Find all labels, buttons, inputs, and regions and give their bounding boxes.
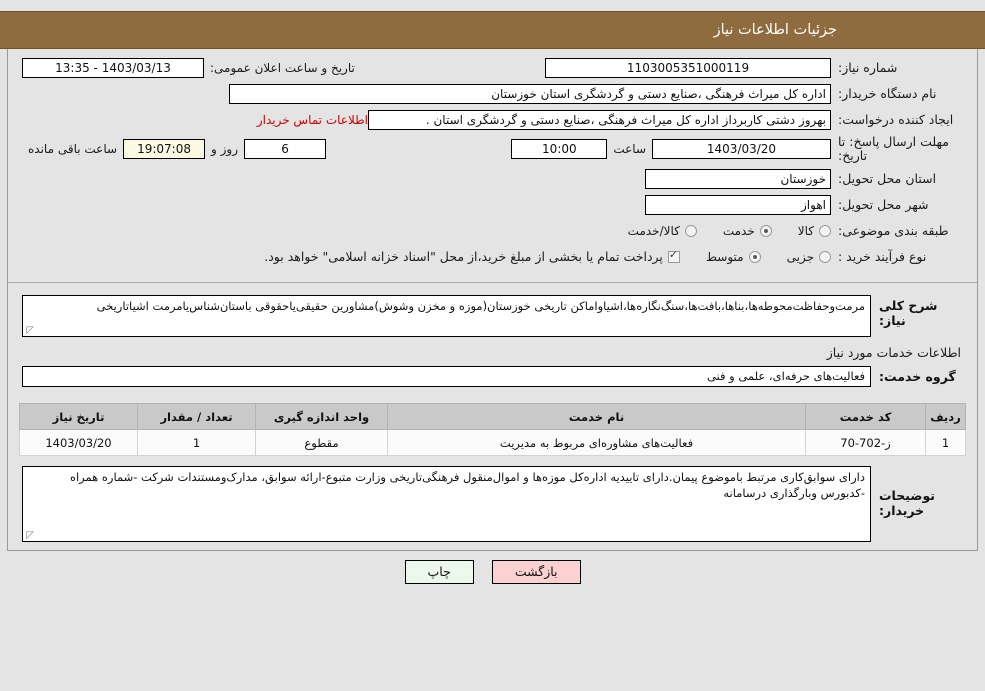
resize-grip-icon[interactable]: ◸ bbox=[25, 326, 34, 336]
remaining-suffix-label: ساعت باقی مانده bbox=[28, 142, 118, 156]
th-row-no: ردیف bbox=[925, 403, 966, 430]
table-header-row: ردیف کد خدمت نام خدمت واحد اندازه گیری ت… bbox=[19, 403, 966, 430]
radio-minor-icon[interactable] bbox=[819, 250, 831, 263]
row-description: شرح کلی نیاز: مرمت‌وحفاظت‌محوطه‌ها،بناها… bbox=[22, 295, 963, 337]
th-service-code: کد خدمت bbox=[805, 403, 926, 430]
footer-button-bar: بازگشت چاپ bbox=[0, 551, 985, 584]
buyer-notes-label: توضیحات خریدار: bbox=[879, 488, 935, 518]
creator-label: ایجاد کننده درخواست: bbox=[838, 112, 954, 127]
category-option-goods[interactable]: کالا bbox=[798, 224, 831, 238]
buyer-org-label: نام دستگاه خریدار: bbox=[838, 86, 937, 101]
deadline-hour-value: 10:00 bbox=[511, 139, 608, 159]
print-button[interactable]: چاپ bbox=[404, 560, 474, 584]
row-city: شهر محل تحویل: اهواز bbox=[22, 194, 963, 215]
cell-service-name: فعالیت‌های مشاوره‌ای مربوط به مدیریت bbox=[387, 429, 806, 456]
cell-unit: مقطوع bbox=[255, 429, 388, 456]
remaining-days-label: روز و bbox=[211, 142, 239, 156]
service-group-label: گروه خدمت: bbox=[879, 369, 956, 384]
category-option-goods-label: کالا bbox=[797, 223, 814, 238]
services-section-heading: اطلاعات خدمات مورد نیاز bbox=[826, 345, 961, 360]
category-option-service[interactable]: خدمت bbox=[723, 224, 772, 238]
row-deadline: مهلت ارسال پاسخ: تا تاریخ: 1403/03/20 سا… bbox=[22, 135, 963, 163]
row-buyer-notes: توضیحات خریدار: دارای سوابق‌کاری مرتبط ب… bbox=[22, 466, 963, 542]
description-section: شرح کلی نیاز: مرمت‌وحفاظت‌محوطه‌ها،بناها… bbox=[8, 283, 977, 403]
row-need-number: شماره نیاز: 1103005351000119 تاریخ و ساع… bbox=[22, 57, 963, 78]
treasury-checkbox-icon[interactable] bbox=[667, 248, 680, 263]
buyer-notes-value: دارای سوابق‌کاری مرتبط باموضوع پیمان.دار… bbox=[69, 470, 865, 500]
th-service-name: نام خدمت bbox=[387, 403, 806, 430]
category-option-goods-service-label: کالا/خدمت bbox=[627, 223, 680, 238]
creator-value: بهروز دشتی کاربرداز اداره کل میراث فرهنگ… bbox=[368, 109, 831, 130]
buyer-notes-textarea[interactable]: دارای سوابق‌کاری مرتبط باموضوع پیمان.دار… bbox=[22, 466, 871, 542]
buyer-notes-section: توضیحات خریدار: دارای سوابق‌کاری مرتبط ب… bbox=[8, 456, 977, 550]
need-info-section: شماره نیاز: 1103005351000119 تاریخ و ساع… bbox=[8, 49, 977, 278]
process-option-minor[interactable]: جزیی bbox=[787, 250, 831, 264]
category-option-service-label: خدمت bbox=[722, 223, 755, 238]
remaining-time-value: 19:07:08 bbox=[123, 139, 206, 159]
need-number-value: 1103005351000119 bbox=[545, 57, 831, 78]
remaining-days-value: 6 bbox=[244, 139, 327, 159]
radio-goods-icon[interactable] bbox=[819, 224, 831, 237]
need-number-label: شماره نیاز: bbox=[838, 60, 898, 75]
announce-datetime-value: 1403/03/13 - 13:35 bbox=[22, 57, 204, 78]
resize-grip-notes-icon[interactable]: ◸ bbox=[25, 531, 34, 541]
announce-datetime-label: تاریخ و ساعت اعلان عمومی: bbox=[210, 60, 355, 75]
service-group-value: فعالیت‌های حرفه‌ای، علمی و فنی bbox=[22, 366, 871, 387]
services-table: ردیف کد خدمت نام خدمت واحد اندازه گیری ت… bbox=[19, 403, 966, 456]
buyer-contact-link[interactable]: اطلاعات تماس خریدار bbox=[251, 113, 368, 127]
city-label: شهر محل تحویل: bbox=[838, 197, 929, 212]
page-root: AriaTender ariatn جزئیات اطلاعات نیاز شم… bbox=[0, 11, 985, 691]
deadline-label: مهلت ارسال پاسخ: تا تاریخ: bbox=[838, 134, 949, 163]
process-option-medium-label: متوسط bbox=[705, 249, 744, 264]
details-panel: شماره نیاز: 1103005351000119 تاریخ و ساع… bbox=[7, 49, 978, 551]
description-label: شرح کلی نیاز: bbox=[879, 298, 938, 328]
page-title-bar: جزئیات اطلاعات نیاز bbox=[0, 11, 985, 49]
description-value: مرمت‌وحفاظت‌محوطه‌ها،بناها،بافت‌ها،سنگ‌ن… bbox=[96, 299, 865, 313]
description-textarea[interactable]: مرمت‌وحفاظت‌محوطه‌ها،بناها،بافت‌ها،سنگ‌ن… bbox=[22, 295, 871, 337]
table-row[interactable]: 1 ز-702-70 فعالیت‌های مشاوره‌ای مربوط به… bbox=[19, 429, 966, 456]
treasury-checkbox-label: پرداخت تمام یا بخشی از مبلغ خرید،از محل … bbox=[264, 249, 663, 264]
category-option-goods-service[interactable]: کالا/خدمت bbox=[628, 224, 697, 238]
row-creator: ایجاد کننده درخواست: بهروز دشتی کاربرداز… bbox=[22, 109, 963, 130]
th-need-date: تاریخ نیاز bbox=[19, 403, 138, 430]
buyer-org-value: اداره کل میراث فرهنگی ،صنایع دستی و گردش… bbox=[229, 83, 831, 104]
deadline-date-value: 1403/03/20 bbox=[652, 139, 831, 159]
treasury-checkbox-group[interactable]: پرداخت تمام یا بخشی از مبلغ خرید،از محل … bbox=[264, 248, 680, 264]
cell-need-date: 1403/03/20 bbox=[19, 429, 138, 456]
th-quantity: تعداد / مقدار bbox=[137, 403, 256, 430]
row-province: استان محل تحویل: خوزستان bbox=[22, 168, 963, 189]
radio-goods-service-icon[interactable] bbox=[684, 224, 697, 237]
th-unit: واحد اندازه گیری bbox=[255, 403, 388, 430]
process-label: نوع فرآیند خرید : bbox=[838, 249, 927, 264]
row-process: نوع فرآیند خرید : جزیی متوسط پرداخت تمام… bbox=[22, 246, 963, 267]
radio-medium-icon[interactable] bbox=[748, 250, 761, 263]
deadline-hour-label: ساعت bbox=[613, 142, 646, 156]
row-service-group: گروه خدمت: فعالیت‌های حرفه‌ای، علمی و فن… bbox=[22, 366, 963, 387]
row-category: طبقه بندی موضوعی: کالا خدمت کالا/خدمت bbox=[22, 220, 963, 241]
cell-service-code: ز-702-70 bbox=[805, 429, 926, 456]
city-value: اهواز bbox=[645, 194, 831, 215]
process-option-minor-label: جزیی bbox=[786, 249, 814, 264]
cell-quantity: 1 bbox=[137, 429, 256, 456]
province-label: استان محل تحویل: bbox=[838, 171, 937, 186]
radio-service-icon[interactable] bbox=[759, 224, 772, 237]
back-button[interactable]: بازگشت bbox=[491, 560, 581, 584]
process-option-medium[interactable]: متوسط bbox=[706, 250, 761, 264]
page-title: جزئیات اطلاعات نیاز bbox=[713, 22, 837, 38]
cell-row-no: 1 bbox=[925, 429, 966, 456]
province-value: خوزستان bbox=[645, 168, 831, 189]
category-label: طبقه بندی موضوعی: bbox=[838, 223, 949, 238]
row-buyer-org: نام دستگاه خریدار: اداره کل میراث فرهنگی… bbox=[22, 83, 963, 104]
